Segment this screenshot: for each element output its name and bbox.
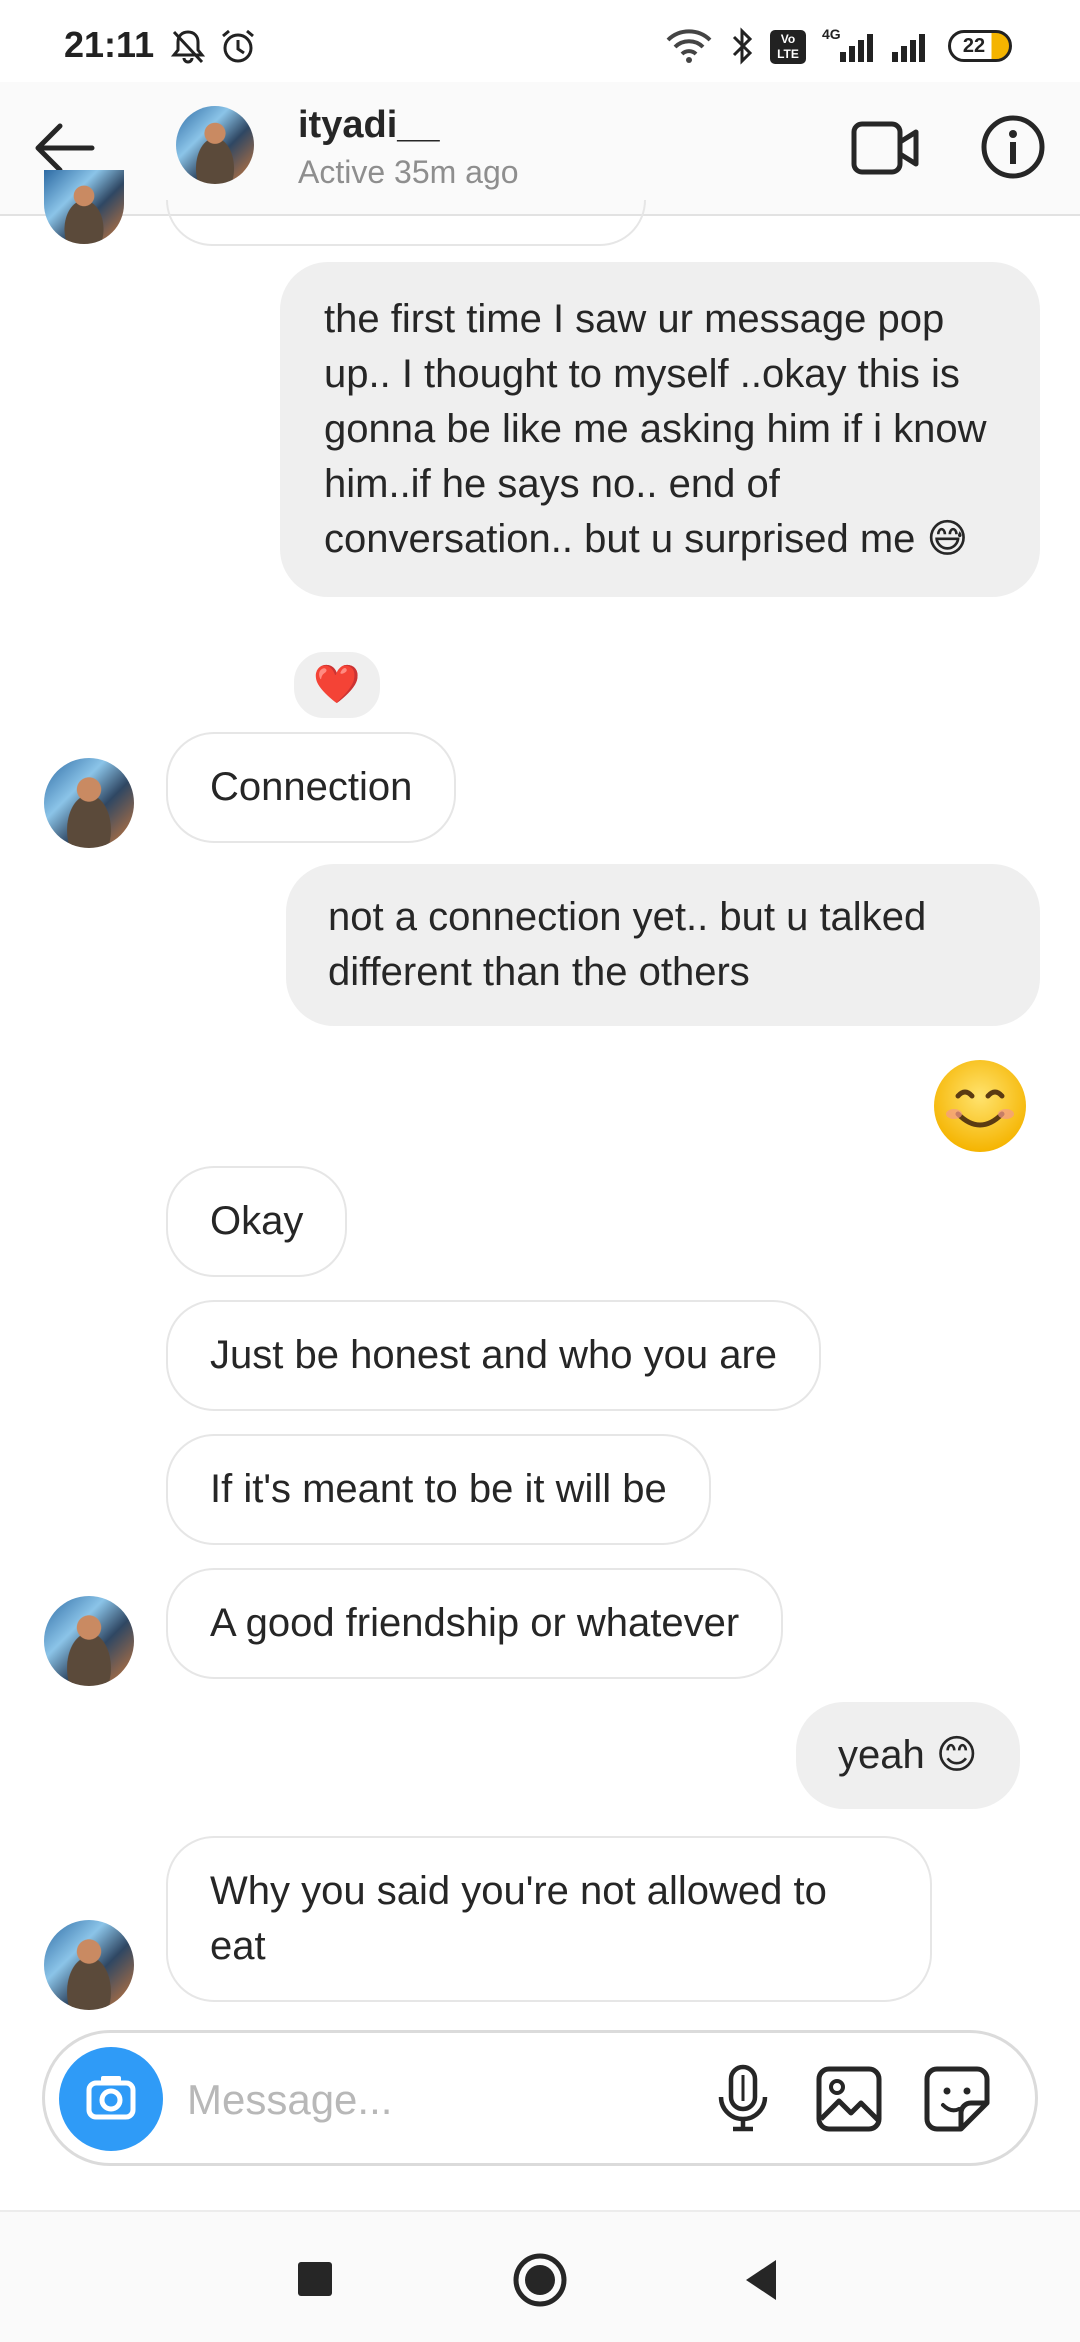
- message-text: Connection: [210, 765, 413, 809]
- recent-apps-button[interactable]: [298, 2262, 332, 2296]
- message-input[interactable]: [185, 2063, 709, 2137]
- info-icon[interactable]: [980, 114, 1046, 180]
- reaction-emoji: ❤️: [313, 664, 361, 706]
- message-text: Just be honest and who you are: [210, 1333, 778, 1377]
- message-text: not a connection yet.. but u talked diff…: [328, 895, 927, 994]
- contact-active-status: Active 35m ago: [298, 154, 519, 190]
- battery-icon: 22: [948, 30, 1012, 62]
- incoming-message[interactable]: If it's meant to be it will be: [166, 1434, 711, 1545]
- status-bar: 21:11 Vo LTE 4G 22: [0, 0, 1080, 82]
- outgoing-message[interactable]: not a connection yet.. but u talked diff…: [286, 864, 1040, 1026]
- large-emoji-message[interactable]: 😊: [930, 1056, 1030, 1156]
- incoming-message[interactable]: Why you said you're not allowed to eat: [166, 1836, 932, 2002]
- gallery-icon[interactable]: [813, 2063, 885, 2135]
- incoming-message[interactable]: Connection: [166, 732, 457, 843]
- smiling-face-emoji-icon: [934, 1060, 1026, 1152]
- contact-avatar: [44, 1920, 134, 2010]
- incoming-message[interactable]: A good friendship or whatever: [166, 1568, 784, 1679]
- battery-percent: 22: [962, 35, 986, 57]
- microphone-icon[interactable]: [713, 2063, 773, 2135]
- bluetooth-icon: [732, 27, 753, 65]
- message-text: Why you said you're not allowed to eat: [210, 1869, 827, 1968]
- sticker-icon[interactable]: [921, 2063, 993, 2135]
- muted-bell-icon: [170, 30, 206, 64]
- contact-avatar: [44, 1596, 134, 1686]
- message-text: A good friendship or whatever: [210, 1601, 740, 1645]
- back-button[interactable]: [740, 2256, 782, 2304]
- chat-header: ityadi__ Active 35m ago: [0, 82, 1080, 216]
- message-text: yeah 😊: [838, 1733, 978, 1777]
- volte-badge: Vo LTE: [770, 30, 806, 64]
- incoming-message[interactable]: Okay: [166, 1166, 348, 1277]
- home-button[interactable]: [512, 2252, 568, 2308]
- video-call-icon[interactable]: [850, 118, 922, 178]
- message-text: If it's meant to be it will be: [210, 1467, 667, 1511]
- contact-avatar[interactable]: [176, 106, 254, 184]
- camera-icon: [86, 2076, 136, 2120]
- outgoing-message[interactable]: the first time I saw ur message pop up..…: [280, 262, 1040, 597]
- wifi-icon: [666, 29, 712, 63]
- cellular-signal-icon: [840, 34, 873, 62]
- message-text: Okay: [210, 1199, 304, 1243]
- camera-button[interactable]: [59, 2047, 163, 2151]
- message-composer: [42, 2030, 1038, 2166]
- contact-name[interactable]: ityadi__: [298, 104, 440, 147]
- contact-avatar: [44, 758, 134, 848]
- alarm-icon: [222, 29, 254, 63]
- message-text: the first time I saw ur message pop up..…: [324, 297, 987, 561]
- heart-reaction[interactable]: ❤️: [290, 648, 384, 722]
- contact-avatar: [44, 170, 124, 244]
- cellular-signal-2-icon: [892, 34, 925, 62]
- incoming-message[interactable]: Just be honest and who you are: [166, 1300, 822, 1411]
- message-bubble-partial: [166, 200, 646, 246]
- outgoing-message[interactable]: yeah 😊: [796, 1702, 1020, 1809]
- status-time: 21:11: [64, 24, 155, 65]
- system-navigation-bar: [0, 2210, 1080, 2342]
- back-arrow-icon[interactable]: [30, 118, 100, 178]
